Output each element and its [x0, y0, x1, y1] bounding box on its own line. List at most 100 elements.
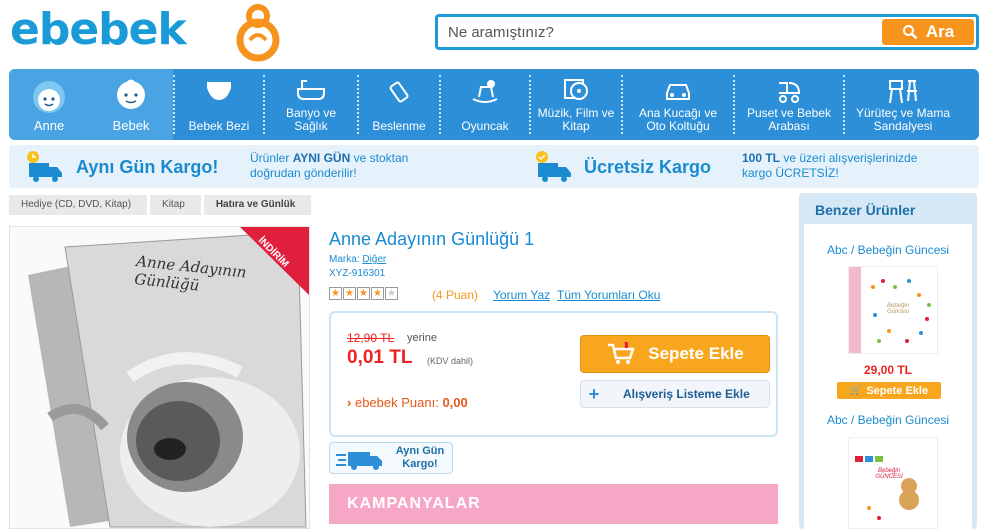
nav-item-oyuncak[interactable]: Oyuncak: [441, 69, 529, 140]
logo-wordmark: ebebek: [10, 4, 187, 55]
free-shipping-desc: 100 TL ve üzeri alışverişlerinizde kargo…: [742, 151, 917, 181]
category-nav: Anne Bebek Bebek Bezi Banyo ve Sağlık Be…: [9, 69, 979, 140]
chevron-right-icon: ›: [347, 395, 352, 410]
brand-label: Marka:: [329, 254, 363, 265]
same-day-badge-line: Kargo!: [402, 458, 438, 470]
add-to-cart-label: Sepete Ekle: [648, 344, 744, 363]
mother-face-icon: [33, 81, 65, 113]
nav-item-ana-kucagi[interactable]: Ana Kucağı ve Oto Koltuğu: [623, 69, 733, 140]
cd-icon: [564, 79, 588, 100]
free-shipping-desc-text: kargo ÜCRETSİZ!: [742, 166, 839, 180]
price-box: 12,90 TL yerine 0,01 TL (KDV dahil) › eb…: [329, 311, 778, 437]
nav-item-yurutec[interactable]: Yürüteç ve Mama Sandalyesi: [845, 69, 961, 140]
similar-add-to-cart-button[interactable]: 🛒 Sepete Ekle: [837, 382, 941, 399]
shipping-info-bar: Aynı Gün Kargo! Ürünler AYNI GÜN ve stok…: [9, 145, 979, 188]
nav-item-beslenme[interactable]: Beslenme: [359, 69, 439, 140]
same-day-desc-text: Ürünler: [250, 151, 293, 165]
star-filled-icon: ★: [371, 287, 384, 300]
same-day-desc-bold: AYNI GÜN: [292, 151, 351, 165]
delivery-truck-icon: [336, 452, 382, 470]
search-button-label: Ara: [925, 22, 955, 41]
similar-product-name[interactable]: Abc / Bebeğin Güncesi: [804, 243, 972, 257]
star-filled-icon: ★: [343, 287, 356, 300]
similar-products-title: Benzer Ürünler: [815, 202, 916, 218]
search-input[interactable]: [438, 17, 878, 47]
campaigns-header[interactable]: KAMPANYALAR: [329, 484, 778, 524]
search-button[interactable]: Ara: [882, 19, 974, 45]
product-brand: Marka: Diğer: [329, 254, 386, 265]
nav-label: Yürüteç ve Mama Sandalyesi: [855, 106, 951, 133]
baby-bottle-icon: [389, 81, 409, 103]
nav-item-puset[interactable]: Puset ve Bebek Arabası: [735, 69, 843, 140]
high-chair-icon: [889, 80, 917, 104]
journal-cover-toys: [849, 438, 937, 528]
star-filled-icon: ★: [357, 287, 370, 300]
delivery-truck-check-icon: [536, 151, 571, 182]
free-shipping-desc-bold: 100 TL: [742, 151, 781, 165]
free-shipping-title: Ücretsiz Kargo: [584, 157, 712, 177]
write-review-link[interactable]: Yorum Yaz: [493, 288, 550, 302]
nav-label: Bebek Bezi: [188, 119, 250, 133]
old-price: 12,90 TL: [347, 331, 395, 345]
add-to-list-label: Alışveriş Listeme Ekle: [623, 387, 750, 401]
nav-label: Anne: [33, 118, 65, 133]
search-icon: [902, 25, 918, 40]
similar-product-name[interactable]: Abc / Bebeğin Güncesi: [804, 413, 972, 427]
same-day-badge: Aynı Gün Kargo!: [329, 442, 453, 474]
shopping-cart-icon: [608, 342, 635, 364]
similar-product-thumbnail[interactable]: Bebeğin Güncesi: [848, 266, 938, 354]
page: ebebek Ara Anne Bebek Bebe: [0, 0, 984, 529]
current-price: 0,01 TL: [347, 347, 413, 368]
product-sku: XYZ-916301: [329, 268, 386, 279]
same-day-desc: Ürünler AYNI GÜN ve stoktan doğrudan gön…: [250, 151, 408, 181]
cart-icon: 🛒: [849, 385, 863, 396]
car-icon: [666, 84, 690, 100]
search-bar: Ara: [435, 14, 979, 50]
breadcrumb-item[interactable]: Hediye (CD, DVD, Kitap): [9, 195, 148, 215]
star-empty-icon: ★: [385, 287, 398, 300]
breadcrumb-item-current[interactable]: Hatıra ve Günlük: [203, 195, 312, 215]
thumbnail-title: Bebeğin Güncesi: [886, 303, 910, 315]
same-day-desc-text: ve stoktan: [350, 151, 409, 165]
bathtub-icon: [297, 80, 325, 100]
similar-products-list: Abc / Bebeğin Güncesi Bebeğin Güncesi 29…: [804, 224, 972, 529]
free-shipping-desc-text: ve üzeri alışverişlerinizde: [780, 151, 918, 165]
nav-label: Banyo ve Sağlık: [285, 106, 337, 133]
star-filled-icon: ★: [329, 287, 342, 300]
nav-label: Puset ve Bebek Arabası: [746, 106, 832, 133]
persona-group: Anne Bebek: [9, 69, 173, 140]
similar-products-panel: Benzer Ürünler Abc / Bebeğin Güncesi Beb…: [799, 193, 977, 529]
same-day-badge-text: Aynı Gün Kargo!: [390, 445, 450, 471]
ebebek-logo[interactable]: ebebek: [10, 2, 290, 64]
points-value: 0,00: [442, 395, 468, 410]
similar-add-to-cart-label: Sepete Ekle: [866, 384, 929, 397]
instead-label: yerine: [407, 332, 437, 344]
plus-icon: +: [588, 383, 600, 404]
product-image[interactable]: Anne Adayının Günlüğü İNDİRİM: [9, 226, 310, 529]
points-label: ebebek Puanı:: [354, 395, 439, 410]
nav-item-bebek[interactable]: Bebek: [89, 69, 173, 140]
thumbnail-title: Bebeğin GÜNCESİ: [875, 468, 903, 480]
logo-baby-mark-icon: [236, 4, 280, 62]
nav-item-muzik[interactable]: Müzik, Film ve Kitap: [531, 69, 621, 140]
nav-label: Bebek: [112, 118, 150, 133]
same-day-desc-text: doğrudan gönderilir!: [250, 166, 357, 180]
similar-product-price: 29,00 TL: [863, 363, 913, 377]
add-to-cart-button[interactable]: Sepete Ekle: [580, 335, 770, 373]
vat-label: (KDV dahil): [427, 356, 474, 366]
nav-item-bebek-bezi[interactable]: Bebek Bezi: [175, 69, 263, 140]
add-to-list-button[interactable]: + Alışveriş Listeme Ekle: [580, 380, 770, 408]
diaper-icon: [207, 82, 231, 100]
rating-stars: ★ ★ ★ ★ ★: [329, 287, 398, 300]
nav-label: Beslenme: [372, 119, 426, 133]
delivery-truck-clock-icon: [27, 151, 62, 182]
brand-link[interactable]: Diğer: [362, 254, 386, 265]
rocking-horse-icon: [472, 80, 498, 103]
nav-item-banyo[interactable]: Banyo ve Sağlık: [265, 69, 357, 140]
product-title: Anne Adayının Günlüğü 1: [329, 229, 535, 249]
baby-face-icon: [117, 79, 145, 109]
nav-item-anne[interactable]: Anne: [9, 69, 89, 140]
breadcrumb-item[interactable]: Kitap: [150, 195, 201, 215]
similar-product-thumbnail[interactable]: Bebeğin GÜNCESİ: [848, 437, 938, 529]
read-reviews-link[interactable]: Tüm Yorumları Oku: [557, 288, 660, 302]
